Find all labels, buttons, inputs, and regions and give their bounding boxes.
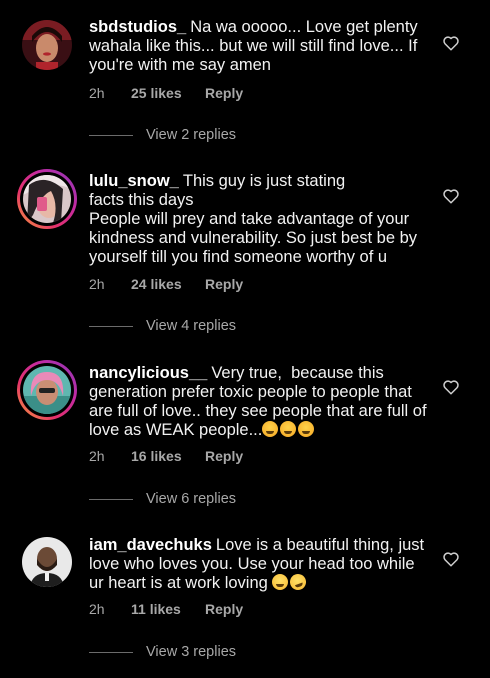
comment-username[interactable]: nancylicious__ (89, 364, 207, 382)
avatar[interactable] (17, 360, 77, 420)
comment-username[interactable]: lulu_snow_ (89, 172, 179, 190)
comment-time: 2h (89, 276, 105, 292)
comment-body: sbdstudios_ Na wa ooooo... Love get plent… (89, 18, 429, 75)
view-replies-label: View 2 replies (146, 127, 237, 143)
replies-divider (89, 325, 133, 327)
comment-likes[interactable]: 24 likes (131, 276, 205, 292)
comment-meta: 2h 24 likes Reply (89, 276, 243, 292)
replies-divider (89, 498, 133, 500)
avatar[interactable] (22, 20, 72, 70)
view-replies-label: View 3 replies (146, 644, 237, 660)
comment-username[interactable]: iam_davechuks (89, 536, 212, 554)
view-replies-button[interactable]: View 2 replies (89, 127, 236, 143)
comment-likes[interactable]: 11 likes (131, 601, 205, 617)
angry-face-emoji (298, 421, 315, 437)
comment-meta: 2h 16 likes Reply (89, 448, 243, 464)
comment-body: iam_davechuks Love is a beautiful thing, … (89, 536, 429, 593)
view-replies-label: View 6 replies (146, 491, 237, 507)
heart-outline-icon[interactable] (442, 550, 460, 568)
heart-outline-icon[interactable] (442, 378, 460, 396)
comment-meta: 2h 25 likes Reply (89, 85, 243, 101)
view-replies-button[interactable]: View 3 replies (89, 644, 236, 660)
comment-likes[interactable]: 25 likes (131, 85, 205, 101)
comment-text: facts this days People will prey and tak… (89, 191, 418, 266)
reply-button[interactable]: Reply (205, 448, 243, 464)
comment-body: nancylicious__ Very true, because this ge… (89, 364, 429, 440)
comment-time: 2h (89, 448, 105, 464)
comment-body: lulu_snow_ This guy is just stating facts … (89, 172, 429, 267)
heart-outline-icon[interactable] (442, 187, 460, 205)
angry-face-emoji (262, 421, 279, 437)
comment-meta: 2h 11 likes Reply (89, 601, 243, 617)
reply-button[interactable]: Reply (205, 276, 243, 292)
reply-button[interactable]: Reply (205, 85, 243, 101)
replies-divider (89, 651, 133, 653)
comment-username[interactable]: sbdstudios_ (89, 18, 186, 36)
comment-text-line1: This guy is just stating (182, 172, 346, 190)
avatar-pink-hair-icon (23, 366, 71, 414)
view-replies-button[interactable]: View 4 replies (89, 318, 236, 334)
comment-time: 2h (89, 601, 105, 617)
reply-button[interactable]: Reply (205, 601, 243, 617)
comment-likes[interactable]: 16 likes (131, 448, 205, 464)
avatar-woman-icon (22, 20, 72, 70)
avatar-man-icon (22, 537, 72, 587)
avatar[interactable] (17, 169, 77, 229)
replies-divider (89, 134, 133, 136)
angry-face-emoji (280, 421, 297, 437)
heart-outline-icon[interactable] (442, 34, 460, 52)
view-replies-button[interactable]: View 6 replies (89, 491, 236, 507)
view-replies-label: View 4 replies (146, 318, 237, 334)
comment-time: 2h (89, 85, 105, 101)
rolling-laughing-emoji (288, 571, 309, 593)
avatar[interactable] (22, 537, 72, 587)
avatar-selfie-icon (23, 175, 71, 223)
grinning-face-emoji (272, 574, 289, 590)
